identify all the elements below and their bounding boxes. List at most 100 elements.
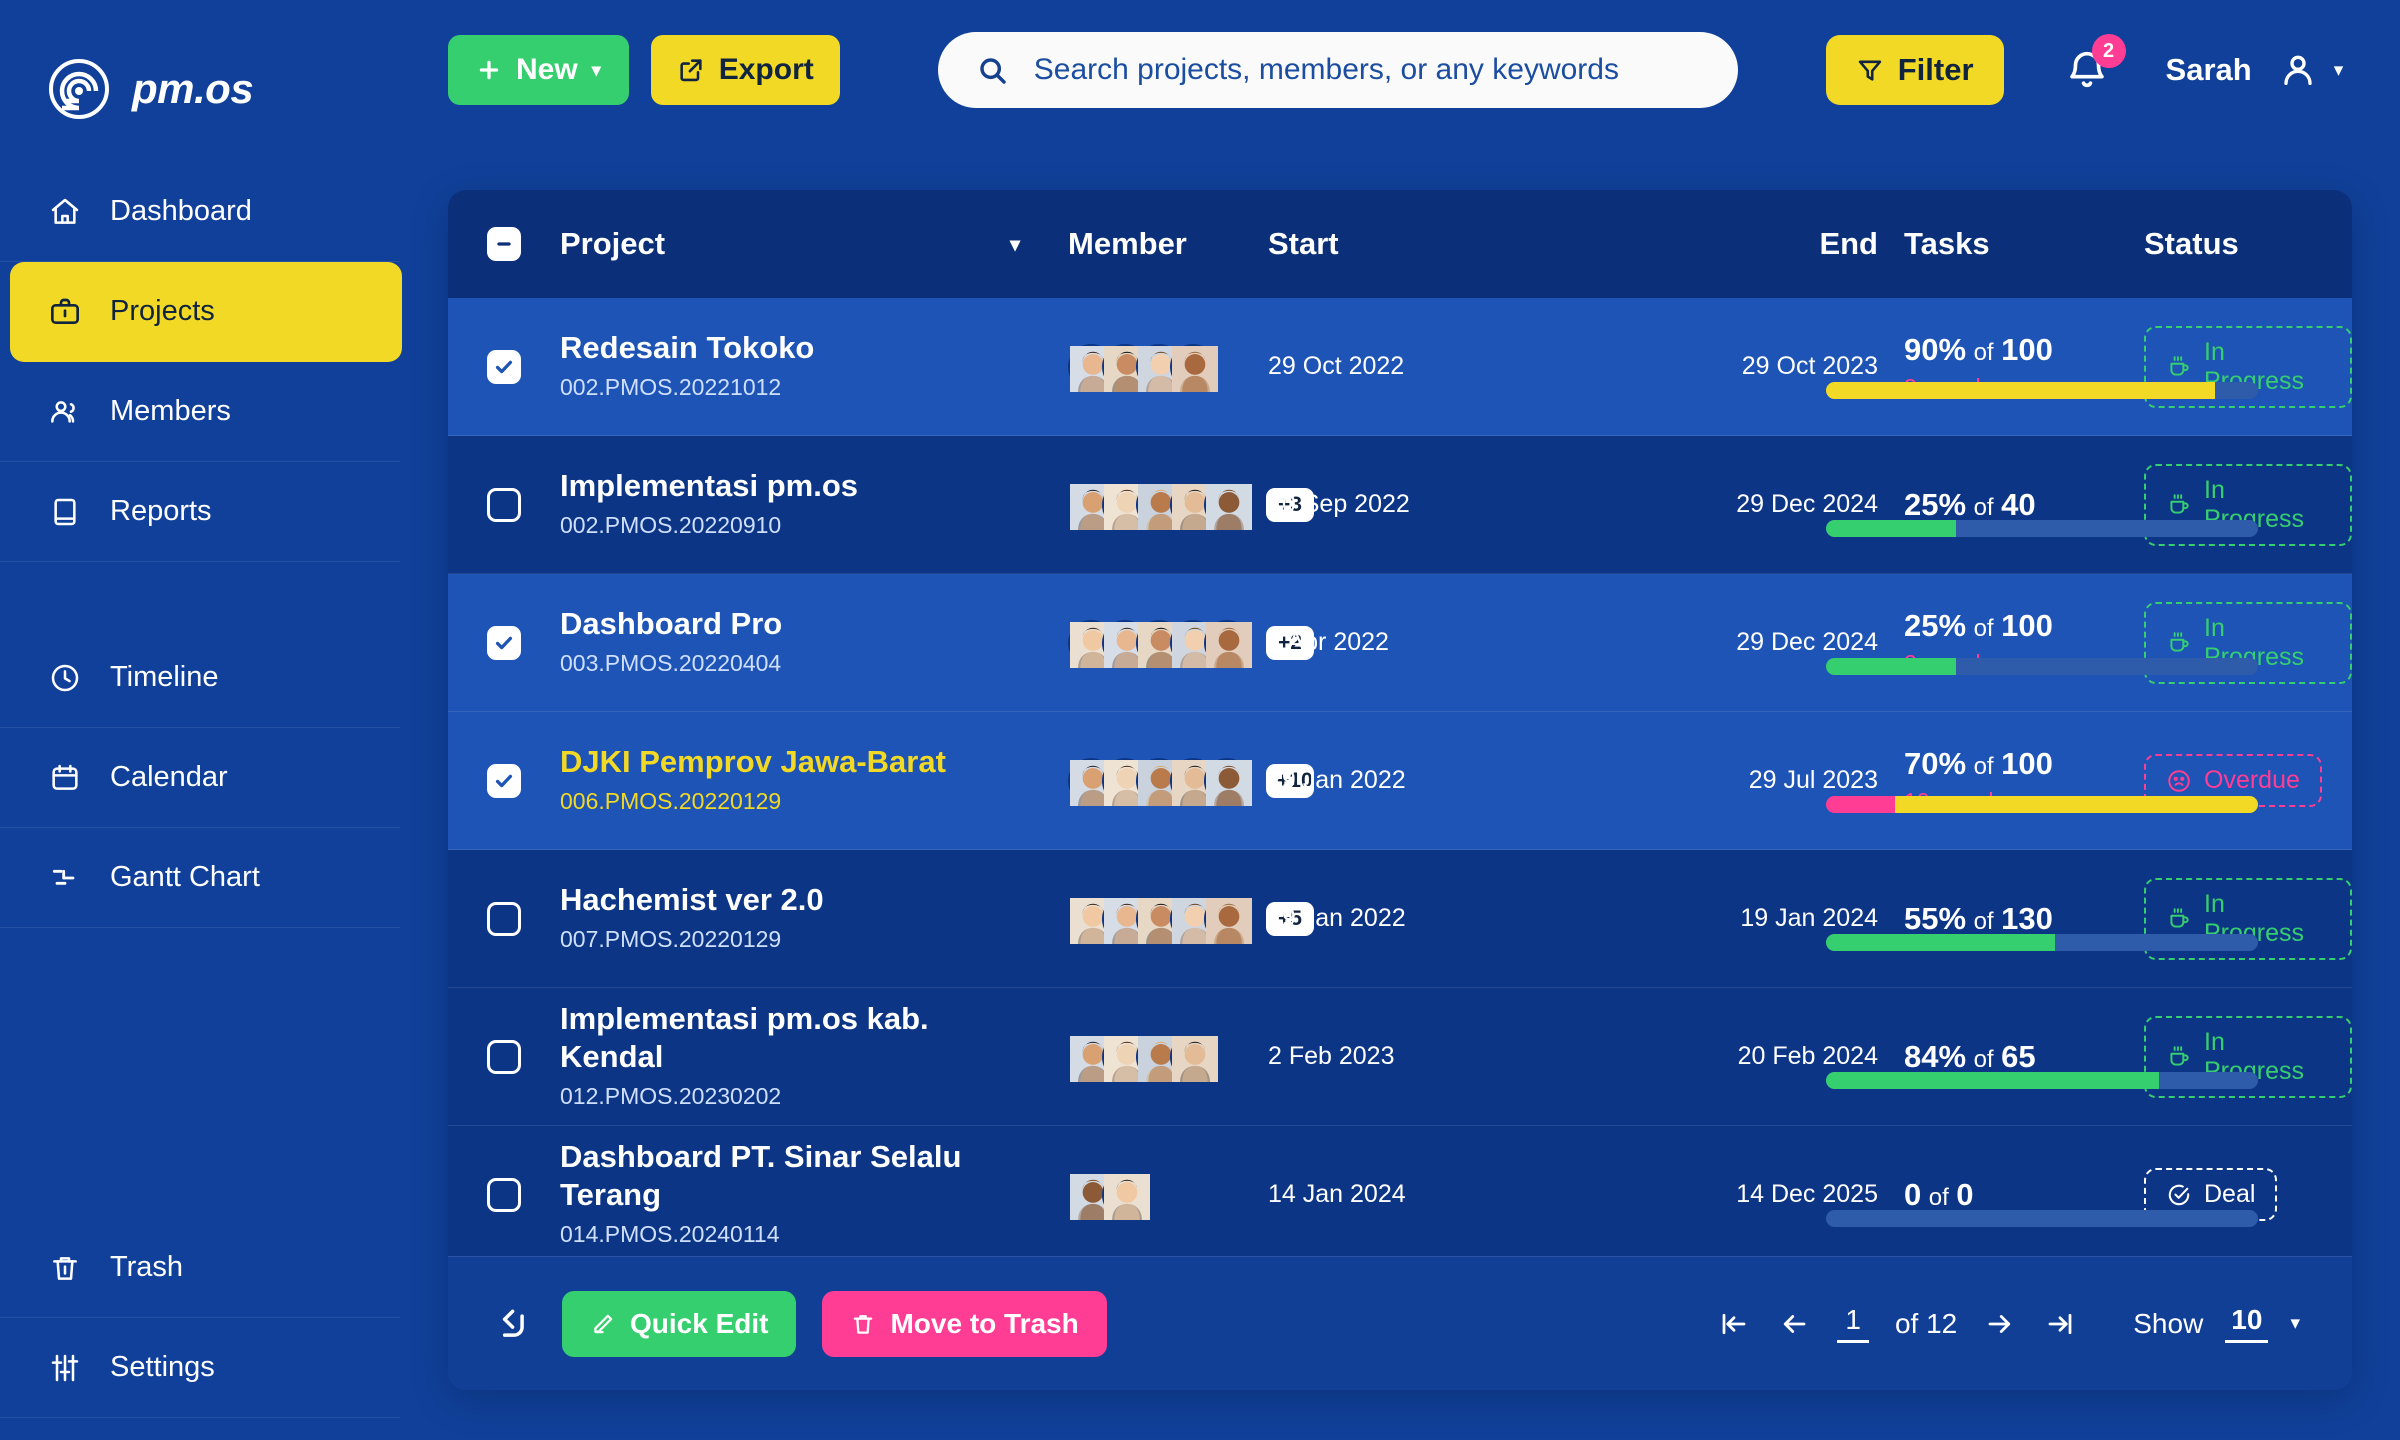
member-avatars[interactable]	[1068, 1033, 1268, 1082]
sidebar-item-label: Timeline	[110, 661, 219, 693]
member-cell	[1068, 1033, 1268, 1082]
move-to-trash-button[interactable]: Move to Trash	[822, 1290, 1107, 1357]
column-header-member[interactable]: Member	[1068, 226, 1268, 262]
start-date: 14 Jan 2024	[1268, 1180, 1406, 1208]
sidebar-item-trash[interactable]: Trash	[0, 1218, 400, 1318]
member-avatars[interactable]: +3	[1068, 481, 1314, 530]
sidebar-divider-gap	[0, 562, 400, 628]
end-cell: 29 Jul 2023	[1578, 766, 1878, 795]
project-cell: Implementasi pm.os 002.PMOS.20220910	[560, 467, 1010, 542]
tasks-cell: 84% of 65	[1878, 1039, 2100, 1075]
last-page-icon[interactable]	[2043, 1309, 2077, 1339]
first-page-icon[interactable]	[1717, 1309, 1751, 1339]
check-circle-icon	[2166, 1182, 2192, 1208]
start-cell: 4 Apr 2022	[1268, 628, 1578, 657]
row-checkbox-cell	[448, 349, 560, 384]
table-row[interactable]: Dashboard Pro 003.PMOS.20220404 +2 4 Apr 20…	[448, 574, 2352, 712]
row-checkbox-cell	[448, 901, 560, 936]
sort-caret-icon[interactable]: ▾	[1010, 232, 1068, 257]
trash-icon	[48, 1251, 82, 1285]
sidebar-item-calendar[interactable]: Calendar	[0, 728, 400, 828]
row-checkbox[interactable]	[487, 1039, 521, 1074]
row-checkbox[interactable]	[487, 349, 521, 384]
end-cell: 14 Dec 2025	[1578, 1180, 1878, 1209]
new-button[interactable]: New ▾	[448, 35, 629, 105]
export-button[interactable]: Export	[650, 35, 840, 105]
page-size-value[interactable]: 10	[2225, 1304, 2269, 1343]
start-date: 4 Apr 2022	[1268, 628, 1389, 656]
funnel-icon	[1856, 56, 1884, 84]
member-avatars[interactable]	[1068, 343, 1268, 392]
end-date: 14 Dec 2025	[1736, 1180, 1878, 1208]
table-row[interactable]: DJKI Pemprov Jawa-Barat 006.PMOS.20220129…	[448, 712, 2352, 850]
progress-bar	[1826, 1210, 2258, 1227]
sidebar-item-reports[interactable]: Reports	[0, 462, 400, 562]
undo-arrow-icon[interactable]	[492, 1304, 530, 1344]
table-row[interactable]: Implementasi pm.os kab. Kendal 012.PMOS.2…	[448, 988, 2352, 1126]
column-header-start[interactable]: Start	[1268, 226, 1578, 262]
sidebar-item-label: Calendar	[110, 761, 228, 793]
member-avatars[interactable]	[1068, 1171, 1268, 1220]
sidebar-item-projects[interactable]: Projects	[10, 262, 402, 362]
row-checkbox[interactable]	[487, 625, 521, 660]
chevron-down-icon: ▾	[591, 59, 601, 80]
sidebar-item-gantt-chart[interactable]: Gantt Chart	[0, 828, 400, 928]
column-header-end[interactable]: End	[1578, 226, 1878, 262]
table-row[interactable]: Hachemist ver 2.0 007.PMOS.20220129 +5 29 J…	[448, 850, 2352, 988]
notifications-button[interactable]: 2	[2064, 34, 2126, 96]
sidebar-item-members[interactable]: Members	[0, 362, 400, 462]
project-name: Dashboard Pro	[560, 605, 783, 641]
page-size-selector[interactable]: Show 10 ▾	[2133, 1304, 2300, 1343]
member-avatars[interactable]: +2	[1068, 619, 1314, 668]
start-date: 29 Oct 2022	[1268, 352, 1405, 380]
row-checkbox[interactable]	[487, 487, 521, 522]
prev-page-icon[interactable]	[1777, 1309, 1811, 1339]
row-checkbox[interactable]	[487, 901, 521, 936]
progress-bar	[1826, 520, 2258, 537]
project-code: 003.PMOS.20220404	[560, 649, 782, 676]
table-body: Redesain Tokoko 002.PMOS.20221012 29 Oct 2…	[448, 298, 2352, 1264]
member-avatars[interactable]: +10	[1068, 757, 1314, 806]
end-date: 20 Feb 2024	[1737, 1042, 1878, 1070]
table-row[interactable]: Implementasi pm.os 002.PMOS.20220910 +3 10 …	[448, 436, 2352, 574]
row-checkbox[interactable]	[487, 763, 521, 798]
chevron-down-icon[interactable]: ▾	[2290, 1312, 2300, 1335]
status-label: Deal	[2204, 1180, 2256, 1208]
table-row[interactable]: Dashboard PT. Sinar Selalu Terang 014.PMO…	[448, 1126, 2352, 1264]
user-name: Sarah	[2165, 52, 2252, 87]
project-cell: Implementasi pm.os kab. Kendal 012.PMOS.2…	[560, 1000, 1010, 1114]
project-name: Implementasi pm.os	[560, 467, 859, 503]
avatar	[1170, 1033, 1218, 1082]
new-button-label: New	[516, 53, 578, 86]
filter-button[interactable]: Filter	[1825, 35, 2004, 105]
column-header-tasks[interactable]: Tasks	[1878, 226, 2100, 262]
project-code: 014.PMOS.20240114	[560, 1221, 780, 1247]
table-row[interactable]: Redesain Tokoko 002.PMOS.20221012 29 Oct 2…	[448, 298, 2352, 436]
member-cell	[1068, 1171, 1268, 1220]
coffee-icon	[2166, 906, 2192, 932]
project-name: Hachemist ver 2.0	[560, 881, 824, 917]
quick-edit-button[interactable]: Quick Edit	[562, 1290, 797, 1357]
sidebar-item-timeline[interactable]: Timeline	[0, 628, 400, 728]
row-checkbox[interactable]	[487, 1177, 521, 1212]
member-avatars[interactable]: +5	[1068, 895, 1314, 944]
table-footer: Quick Edit Move to Trash 1 of 12 Show 10…	[448, 1256, 2352, 1390]
member-cell: +2	[1068, 619, 1314, 668]
next-page-icon[interactable]	[1983, 1309, 2017, 1339]
user-menu-caret-icon[interactable]: ▾	[2334, 59, 2344, 82]
select-all-checkbox-cell	[448, 227, 560, 261]
current-page-input[interactable]: 1	[1837, 1304, 1869, 1343]
row-checkbox-cell	[448, 1177, 560, 1212]
search-input[interactable]	[1033, 53, 1700, 87]
search-bar[interactable]	[937, 32, 1738, 108]
select-all-checkbox[interactable]	[487, 227, 521, 261]
start-date: 29 Jan 2022	[1268, 904, 1406, 932]
sidebar-item-settings[interactable]: Settings	[0, 1318, 400, 1418]
sidebar-item-dashboard[interactable]: Dashboard	[0, 162, 400, 262]
person-icon[interactable]	[2278, 50, 2318, 90]
end-cell: 29 Dec 2024	[1578, 490, 1878, 519]
column-header-status[interactable]: Status	[2100, 226, 2352, 262]
users-icon	[48, 395, 82, 429]
column-header-project[interactable]: Project	[560, 226, 1010, 262]
brand[interactable]: pm.os	[0, 0, 400, 130]
